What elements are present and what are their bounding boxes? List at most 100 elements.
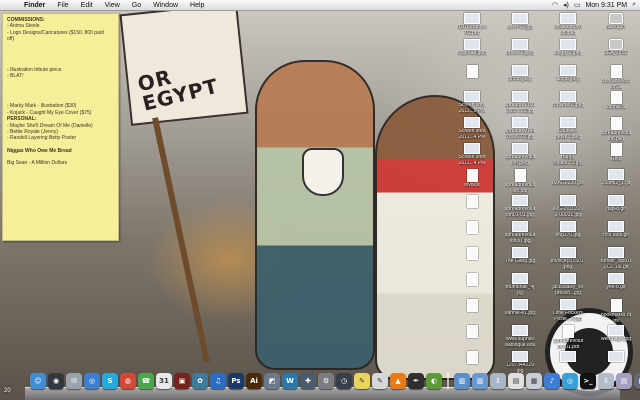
search-icon[interactable]: ⌕ <box>632 1 636 9</box>
dock-skype-icon[interactable]: S <box>102 373 118 389</box>
desktop-icon[interactable]: affiliatetouch up.jpeg <box>544 13 592 39</box>
dock-file-stack-icon[interactable]: ▤ <box>508 373 524 389</box>
desktop-icon[interactable]: spreadrevolut ion(s).jpg <box>496 221 544 247</box>
desktop-icon[interactable]: spreadrevolut ion01-01.jpg <box>496 195 544 221</box>
dock-mail-icon[interactable]: ✉ <box>66 373 82 389</box>
menu-clock[interactable]: Mon 9:31 PM <box>585 2 627 9</box>
dock-feather-icon[interactable]: ✒ <box>408 373 424 389</box>
desktop-icon[interactable]: IMG-2010320 3-00031.jpg <box>544 195 592 221</box>
stickies-note[interactable]: COMMISSIONS: - Anima Steele - Logo Design… <box>2 13 119 241</box>
dock-applications-stack-icon[interactable]: ▥ <box>454 373 470 389</box>
desktop-icon[interactable]: 258ml2_1.gif <box>592 169 640 195</box>
menu-window[interactable]: Window <box>147 2 184 9</box>
desktop-icon[interactable]: photo.jpeg <box>496 65 544 91</box>
desktop-icon[interactable]: spreadrev100 0x80...01.jpg <box>496 91 544 117</box>
desktop-icon[interactable]: photo-1.jpeg <box>496 39 544 65</box>
desktop-icon[interactable] <box>448 273 496 299</box>
desktop-icon[interactable]: Happy Belate...1.jpg <box>544 143 592 169</box>
desktop-icon[interactable]: Invoice <box>448 169 496 195</box>
desktop-icon-label: presso...jpg <box>555 290 581 296</box>
dock-iphoto-icon[interactable]: ✿ <box>192 373 208 389</box>
desktop-icon[interactable]: Little Fockers Poste...e.jpg <box>544 299 592 325</box>
desktop-icon[interactable]: The Gang.jpg <box>496 247 544 273</box>
menu-finder[interactable]: Finder <box>18 2 51 9</box>
desktop-icon[interactable]: thumbnail_4j pg <box>496 273 544 299</box>
desktop-icon[interactable]: spreadrevolut ion.jpeg <box>496 143 544 169</box>
desktop-icon[interactable]: spreadrevolut ion-01.pdf <box>544 325 592 351</box>
dock-photo-stack-icon[interactable]: ▤ <box>616 373 632 389</box>
menu-view[interactable]: View <box>99 2 126 9</box>
dock-textedit-icon[interactable]: ✎ <box>372 373 388 389</box>
desktop-icon[interactable]: Backup 5 <box>592 13 640 39</box>
desktop-icon[interactable]: rico.tabs.gif <box>592 221 640 247</box>
menu-help[interactable]: Help <box>184 2 210 9</box>
desktop-icon[interactable]: spreadrev144 0x900-02.jpg <box>496 117 544 143</box>
dock-app-store-icon[interactable]: ✚ <box>300 373 316 389</box>
dock-movie-stack-icon[interactable]: ▶ <box>634 373 640 389</box>
dock-photoshop-icon[interactable]: Ps <box>228 373 244 389</box>
desktop-icon[interactable]: spreadrevolut ion.pdf <box>496 169 544 195</box>
dock-safari-icon[interactable]: ◎ <box>84 373 100 389</box>
dock-finder-icon[interactable]: ☺ <box>30 373 46 389</box>
desktop-icon[interactable]: invoice(s)1501. png <box>544 247 592 273</box>
desktop-icon[interactable] <box>448 299 496 325</box>
dock-illustrator-icon[interactable]: Ai <box>246 373 262 389</box>
dock-dashboard-icon[interactable]: ◉ <box>48 373 64 389</box>
menu-edit[interactable]: Edit <box>75 2 99 9</box>
desktop-icon[interactable]: tumblr_ldpb1l ZCI...06.gif <box>592 247 640 273</box>
dock-itunes-icon[interactable]: ♫ <box>210 373 226 389</box>
desktop-icon[interactable]: bookmarks.ht ml <box>592 299 640 325</box>
desktop-icon[interactable]: www.supnav illabloque.edu <box>496 325 544 351</box>
dock-stickies-icon[interactable]: ✎ <box>354 373 370 389</box>
desktop-icon[interactable]: spreadrevolt ion.ai <box>592 65 640 91</box>
dock-music-stack-icon[interactable]: ♪ <box>544 373 560 389</box>
dock-globe-icon[interactable]: ◎ <box>562 373 578 389</box>
desktop-icon[interactable]: SEA_DISC <box>592 39 640 65</box>
desktop-icon[interactable]: chowder2.jpeg <box>544 91 592 117</box>
desktop-icon[interactable] <box>448 65 496 91</box>
menu-file[interactable]: File <box>51 2 74 9</box>
desktop-icon[interactable]: vannie-e1.jpg <box>496 299 544 325</box>
desktop-icon[interactable] <box>448 247 496 273</box>
dock-wordpress-icon[interactable]: W <box>282 373 298 389</box>
dock-adium-icon[interactable]: ◐ <box>426 373 442 389</box>
desktop-icon[interactable]: spreadrevolut ion.psd <box>592 117 640 143</box>
desktop-icon[interactable]: Screen shot 2011...9 PM <box>448 91 496 117</box>
dock-photo-booth-icon[interactable]: ▣ <box>174 373 190 389</box>
desktop-icon[interactable]: yes-o.gif <box>592 273 640 299</box>
desktop-icon[interactable]: IMAG0239.jpe <box>544 169 592 195</box>
desktop-icon[interactable]: vannie.ai <box>592 91 640 117</box>
dock-image-stack-icon[interactable]: ▦ <box>526 373 542 389</box>
desktop-icon[interactable]: Screen shot 2011...4 PM <box>448 143 496 169</box>
desktop-icon[interactable]: rcspread.jpeg <box>448 39 496 65</box>
dock-ichat-icon[interactable]: ☎ <box>138 373 154 389</box>
volume-icon[interactable]: ◂) <box>563 1 569 9</box>
desktop-icon[interactable]: Refs <box>592 143 640 169</box>
desktop-icon[interactable]: img270.jpg <box>544 221 592 247</box>
desktop-icon[interactable] <box>448 325 496 351</box>
desktop-icon[interactable]: open-01.jpg <box>496 13 544 39</box>
dock-downloads-stack-icon[interactable]: ⇩ <box>490 373 506 389</box>
dock-time-machine-icon[interactable]: ◷ <box>336 373 352 389</box>
desktop-icon[interactable]: jacksdaisy_ex presso...jpg <box>544 273 592 299</box>
dock-chrome-icon[interactable]: ◍ <box>120 373 136 389</box>
menu-go[interactable]: Go <box>126 2 147 9</box>
dock-vlc-icon[interactable]: ▲ <box>390 373 406 389</box>
dock-system-prefs-icon[interactable]: ⚙ <box>318 373 334 389</box>
wifi-icon[interactable]: ◠ <box>552 1 558 9</box>
desktop-icon[interactable]: alogo_1.jpeg <box>544 39 592 65</box>
desktop-icon[interactable]: alogo.jpeg <box>544 65 592 91</box>
desktop-icon[interactable]: web-page.jpg <box>592 325 640 351</box>
desktop-icon[interactable]: dap-o.gif <box>592 195 640 221</box>
desktop-icon[interactable]: Screen shot 2011...4 PM <box>448 117 496 143</box>
battery-icon[interactable]: ▭ <box>574 1 581 9</box>
dock-preview-icon[interactable]: ◩ <box>264 373 280 389</box>
desktop-icon[interactable] <box>448 195 496 221</box>
dock-downloads-icon[interactable]: ⇩ <box>598 373 614 389</box>
dock-documents-stack-icon[interactable]: ▥ <box>472 373 488 389</box>
dock-terminal-icon[interactable]: >_ <box>580 373 596 389</box>
desktop-icon[interactable]: rt2010banner -02.png <box>448 13 496 39</box>
desktop-icon[interactable]: Couriier-- prove...jpeg <box>544 117 592 143</box>
dock-ical-icon[interactable]: 31 <box>156 373 172 389</box>
desktop-icon[interactable] <box>448 221 496 247</box>
